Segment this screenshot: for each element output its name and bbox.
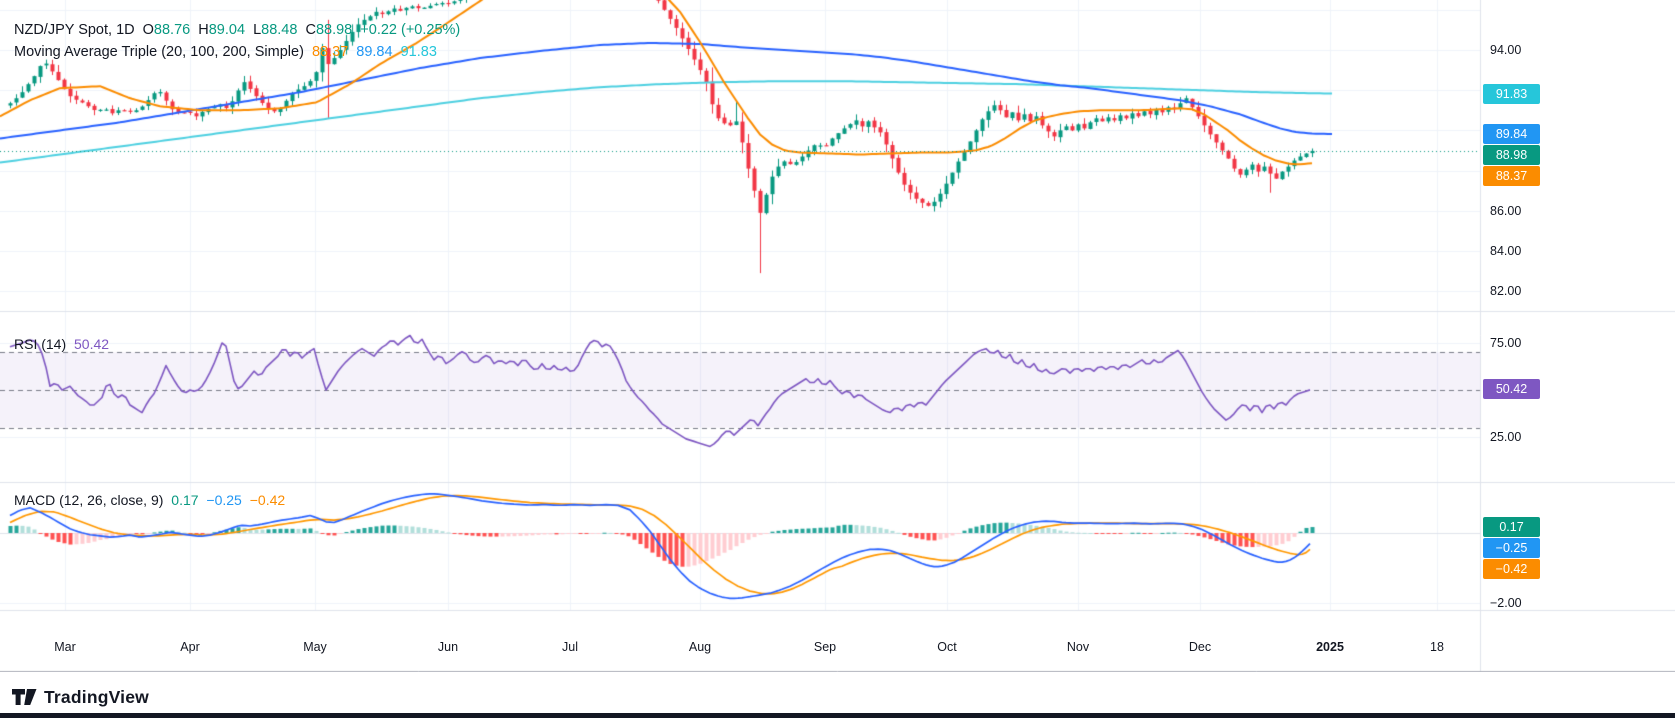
ma-label: Moving Average Triple (20, 100, 200, Sim…	[14, 44, 304, 60]
time-label-Jun: Jun	[437, 640, 459, 654]
rsi-legend[interactable]: RSI (14) 50.42	[14, 336, 113, 352]
price-badge-88.37: 88.37	[1483, 165, 1540, 186]
price-tick-94.00: 94.00	[1490, 43, 1522, 57]
rsi-value: 50.42	[74, 336, 110, 352]
price-badge-91.83: 91.83	[1483, 83, 1540, 104]
macd-hist-value: 0.17	[171, 492, 199, 508]
rsi-badge-50.42: 50.42	[1483, 379, 1540, 400]
time-label-May: May	[303, 640, 327, 654]
close-label: C	[305, 22, 316, 38]
time-label-2025: 2025	[1316, 640, 1344, 654]
tradingview-chart: NZD/JPY Spot, 1D O88.76 H89.04 L88.48 C8…	[0, 0, 1675, 718]
time-label-Sep: Sep	[813, 640, 837, 654]
macd-label: MACD (12, 26, close, 9)	[14, 492, 164, 508]
macd-badge-−0.25: −0.25	[1483, 538, 1540, 559]
low-value: 88.48	[261, 22, 298, 38]
price-tick-82.00: 82.00	[1490, 284, 1522, 299]
ma20-value: 88.37	[311, 44, 349, 60]
bottom-strip	[0, 713, 1675, 718]
tradingview-logo[interactable]: TradingView	[12, 686, 149, 708]
time-label-Nov: Nov	[1066, 640, 1090, 654]
ma-legend[interactable]: Moving Average Triple (20, 100, 200, Sim…	[14, 44, 441, 60]
rsi-tick-25.00: 25.00	[1490, 430, 1522, 444]
time-label-Apr: Apr	[180, 640, 200, 654]
change-value: +0.22 (+0.25%)	[360, 22, 461, 38]
macd-badge-0.17: 0.17	[1483, 517, 1540, 538]
low-label: L	[253, 22, 262, 38]
time-label-Oct: Oct	[937, 640, 957, 654]
price-tick-86.00: 86.00	[1490, 203, 1522, 218]
tradingview-logo-icon	[12, 689, 37, 705]
rsi-tick-75.00: 75.00	[1490, 336, 1522, 350]
ma200-value: 91.83	[400, 44, 437, 60]
time-label-18: 18	[1430, 640, 1444, 654]
time-label-Aug: Aug	[688, 640, 712, 654]
price-badge-89.84: 89.84	[1483, 123, 1540, 144]
time-label-Dec: Dec	[1188, 640, 1212, 654]
macd-line-value: −0.25	[206, 492, 242, 508]
chart-canvas[interactable]	[0, 0, 1675, 672]
rsi-label: RSI (14)	[14, 336, 67, 352]
open-label: O	[142, 22, 154, 38]
macd-legend[interactable]: MACD (12, 26, close, 9) 0.17 −0.25 −0.42	[14, 492, 289, 508]
tradingview-logo-text: TradingView	[44, 686, 149, 707]
price-badge-88.98: 88.98	[1483, 144, 1540, 165]
macd-signal-value: −0.42	[249, 492, 286, 508]
ma100-value: 89.84	[356, 44, 393, 60]
symbol-title: NZD/JPY Spot, 1D	[14, 22, 135, 38]
time-label-Mar: Mar	[54, 640, 76, 654]
high-label: H	[198, 22, 209, 38]
close-value: 88.98	[315, 22, 353, 38]
price-tick-84.00: 84.00	[1490, 244, 1522, 258]
high-value: 89.04	[208, 22, 246, 38]
symbol-legend[interactable]: NZD/JPY Spot, 1D O88.76 H89.04 L88.48 C8…	[14, 22, 464, 38]
macd-tick: −2.00	[1490, 596, 1522, 610]
open-value: 88.76	[153, 22, 191, 38]
time-label-Jul: Jul	[562, 640, 578, 654]
macd-badge-−0.42: −0.42	[1483, 559, 1540, 580]
